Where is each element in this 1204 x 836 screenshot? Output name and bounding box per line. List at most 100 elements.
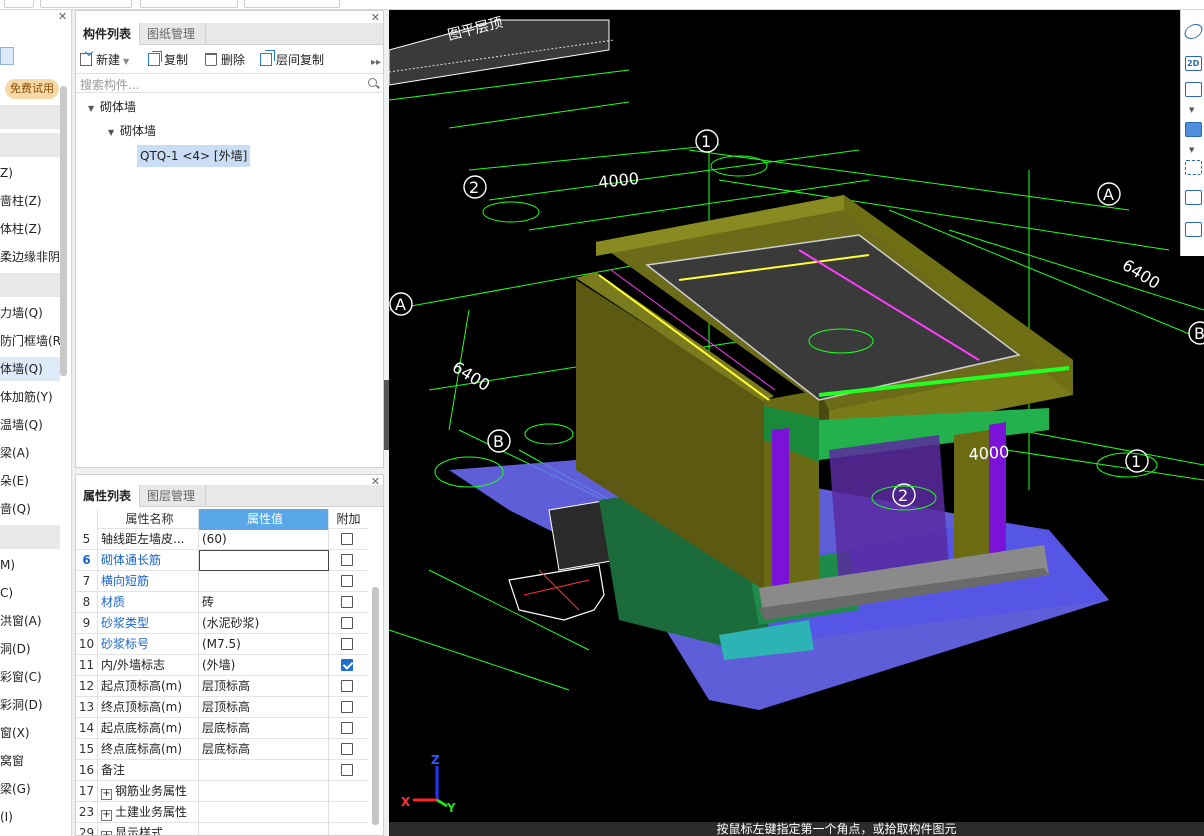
top-input-1[interactable] — [4, 0, 34, 8]
copy-button[interactable]: 复制 — [148, 51, 188, 69]
value-cell[interactable]: 层底标高 — [199, 739, 329, 760]
checkbox[interactable] — [341, 554, 353, 566]
group-header[interactable] — [0, 525, 60, 549]
table-row[interactable]: 10 砂浆标号 (M7.5) — [76, 634, 368, 655]
chevron-down-icon[interactable]: ▼ — [1189, 106, 1194, 114]
expand-icon[interactable]: ▼ — [88, 99, 100, 119]
view-3d-box-icon[interactable] — [1185, 82, 1202, 97]
group-header[interactable] — [0, 273, 60, 297]
table-row[interactable]: 13 终点顶标高(m) 层顶标高 — [76, 697, 368, 718]
close-icon[interactable]: ✕ — [58, 10, 67, 23]
checkbox[interactable] — [341, 533, 353, 545]
type-item[interactable]: 彩窗(C) — [0, 665, 60, 689]
type-item[interactable]: M) — [0, 553, 60, 577]
type-item-selected[interactable]: 体墙(Q) — [0, 357, 60, 381]
group-header[interactable] — [0, 105, 60, 129]
checkbox[interactable] — [341, 596, 353, 608]
value-cell[interactable] — [199, 571, 329, 592]
table-row[interactable]: 14 起点底标高(m) 层底标高 — [76, 718, 368, 739]
checkbox[interactable] — [341, 701, 353, 713]
type-item[interactable]: 洪窗(A) — [0, 609, 60, 633]
type-item[interactable]: 啬(Q) — [0, 497, 60, 521]
type-item[interactable]: 彩洞(D) — [0, 693, 60, 717]
table-row[interactable]: 11 内/外墙标志 (外墙) — [76, 655, 368, 676]
type-item[interactable]: 梁(G) — [0, 777, 60, 801]
type-item[interactable]: 洞(D) — [0, 637, 60, 661]
top-input-3[interactable] — [140, 0, 238, 8]
tab-drawing-management[interactable]: 图纸管理 — [140, 23, 206, 45]
expand-icon[interactable]: + — [101, 810, 112, 821]
select-region-icon[interactable] — [1185, 160, 1202, 175]
value-cell[interactable]: (水泥砂浆) — [199, 613, 329, 634]
checkbox[interactable] — [341, 743, 353, 755]
checkbox[interactable] — [341, 575, 353, 587]
value-cell[interactable]: 层底标高 — [199, 718, 329, 739]
table-row[interactable]: 23 + 土建业务属性 — [76, 802, 368, 823]
type-item[interactable]: 温墙(Q) — [0, 413, 60, 437]
view-solid-box-icon[interactable] — [1185, 122, 1202, 137]
more-icon[interactable]: ▸▸ — [371, 57, 381, 68]
type-item[interactable]: 啬柱(Z) — [0, 189, 60, 213]
table-row[interactable]: 8 材质 砖 — [76, 592, 368, 613]
table-row[interactable]: 12 起点顶标高(m) 层顶标高 — [76, 676, 368, 697]
view-2d-button[interactable]: 2D — [1185, 56, 1202, 71]
type-item[interactable]: (I) — [0, 805, 60, 829]
table-row[interactable]: 9 砂浆类型 (水泥砂浆) — [76, 613, 368, 634]
value-editor[interactable] — [199, 550, 329, 571]
checkbox[interactable] — [341, 722, 353, 734]
table-row[interactable]: 16 备注 — [76, 760, 368, 781]
component-search[interactable]: 搜索构件... — [76, 73, 383, 93]
checkbox[interactable] — [341, 617, 353, 629]
checkbox[interactable] — [341, 764, 353, 776]
type-item[interactable]: 体柱(Z) — [0, 217, 60, 241]
type-item[interactable]: 力墙(Q) — [0, 301, 60, 325]
layer-list-icon[interactable] — [1185, 222, 1202, 237]
value-cell[interactable]: (M7.5) — [199, 634, 329, 655]
table-row[interactable]: 29 + 显示样式 — [76, 823, 368, 835]
type-item[interactable]: Z) — [0, 161, 60, 185]
cad-3d-viewport[interactable]: 图平层顶 1 2 A A B B 1 2 4000 6400 6400 4000… — [389, 10, 1204, 836]
expand-icon[interactable]: + — [101, 831, 112, 835]
tree-node-selected-component[interactable]: QTQ-1 <4> [外墙] — [137, 145, 251, 167]
type-item[interactable]: 朵(E) — [0, 469, 60, 493]
value-cell[interactable]: (外墙) — [199, 655, 329, 676]
type-item[interactable]: 体加筋(Y) — [0, 385, 60, 409]
orbit-icon[interactable] — [1182, 24, 1204, 39]
type-item[interactable]: 梁(A) — [0, 441, 60, 465]
free-trial-badge[interactable]: 免费试用 — [5, 79, 59, 99]
tree-node-root[interactable]: ▼ 砌体墙 — [88, 97, 136, 117]
tab-property-list[interactable]: 属性列表 — [76, 485, 140, 507]
checkbox[interactable] — [341, 680, 353, 692]
checkbox-checked[interactable] — [341, 659, 353, 671]
delete-button[interactable]: 删除 — [205, 51, 245, 69]
table-row[interactable]: 15 终点底标高(m) 层底标高 — [76, 739, 368, 760]
top-input-4[interactable] — [244, 0, 340, 8]
search-icon[interactable] — [368, 78, 377, 87]
tree-node-child[interactable]: ▼ 砌体墙 — [108, 121, 156, 141]
table-row[interactable]: 5 轴线距左墙皮... (60) — [76, 529, 368, 550]
value-cell[interactable]: 层顶标高 — [199, 676, 329, 697]
type-item[interactable]: C) — [0, 581, 60, 605]
expand-icon[interactable]: + — [101, 789, 112, 800]
checkbox[interactable] — [341, 638, 353, 650]
type-item[interactable]: 柔边缘非阴 — [0, 245, 60, 269]
table-row[interactable]: 7 横向短筋 — [76, 571, 368, 592]
table-row[interactable]: 17 + 钢筋业务属性 — [76, 781, 368, 802]
chevron-down-icon[interactable]: ▼ — [123, 57, 129, 66]
value-cell[interactable]: 层顶标高 — [199, 697, 329, 718]
group-header[interactable] — [0, 133, 60, 157]
tab-component-list[interactable]: 构件列表 — [76, 23, 140, 45]
floor-copy-button[interactable]: 层间复制 — [260, 51, 324, 69]
value-cell[interactable]: (60) — [199, 529, 329, 550]
tab-layer-management[interactable]: 图层管理 — [140, 485, 206, 507]
search-input[interactable]: 搜索构件... — [80, 76, 139, 93]
type-item[interactable]: 窝窗 — [0, 749, 60, 773]
expand-icon[interactable]: ▼ — [108, 123, 120, 143]
new-button[interactable]: 新建 ▼ — [80, 51, 129, 69]
value-cell[interactable]: 砖 — [199, 592, 329, 613]
scrollbar[interactable] — [372, 587, 379, 825]
value-cell[interactable] — [199, 760, 329, 781]
type-item[interactable]: 窗(X) — [0, 721, 60, 745]
type-item[interactable]: 防门框墙(R — [0, 329, 60, 353]
view-toggle-button[interactable] — [0, 47, 14, 65]
